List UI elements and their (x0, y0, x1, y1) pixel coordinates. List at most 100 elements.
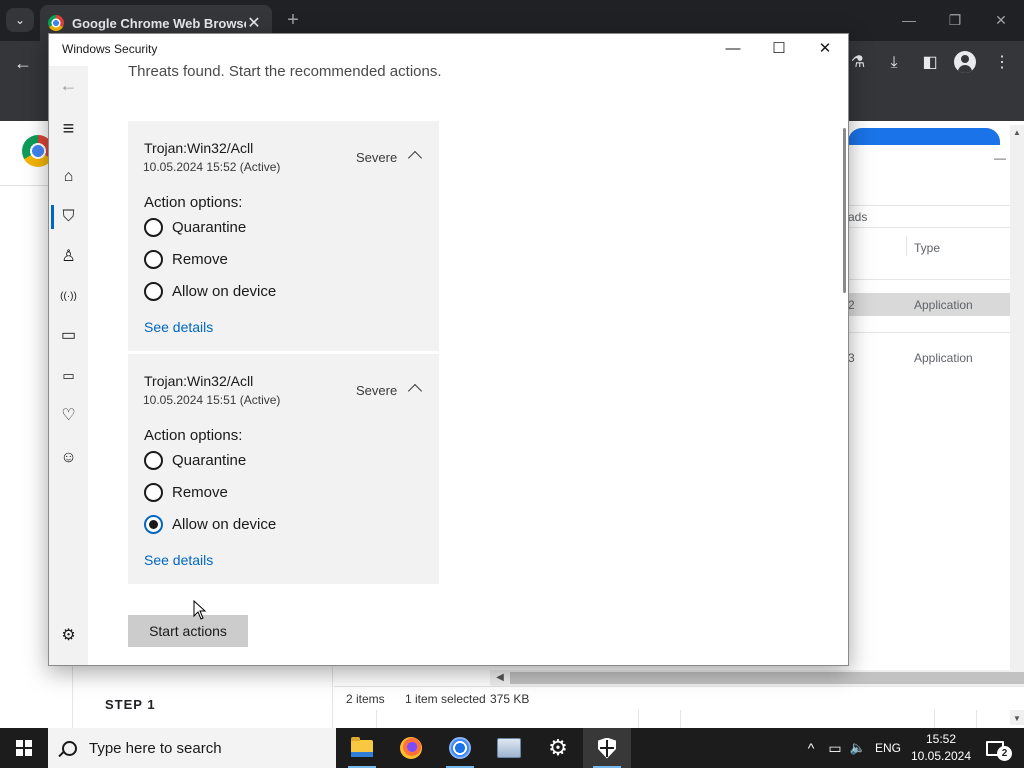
taskbar-clock[interactable]: 15:52 10.05.2024 (908, 731, 974, 765)
start-actions-button[interactable]: Start actions (128, 615, 248, 647)
scroll-up-icon[interactable]: ▲ (1010, 126, 1024, 140)
chrome-favicon-icon (48, 15, 64, 31)
radio-quarantine[interactable]: Quarantine (144, 448, 246, 472)
row-index: 2 (848, 298, 855, 312)
collapse-chevron-icon[interactable] (408, 382, 422, 396)
tab-search-dropdown[interactable]: ⌄ (6, 8, 34, 32)
threat-date: 10.05.2024 15:52 (Active) (143, 160, 281, 174)
taskbar-chrome[interactable] (436, 728, 484, 768)
taskbar-file-explorer[interactable] (338, 728, 386, 768)
download-icon[interactable]: ⤓ (882, 52, 906, 74)
radio-label: Remove (172, 250, 228, 268)
scroll-down-icon[interactable]: ▼ (1010, 712, 1024, 726)
ws-maximize-button[interactable]: ☐ (756, 38, 802, 60)
radio-button[interactable] (144, 217, 163, 237)
step-label: STEP 1 (105, 697, 156, 712)
ws-scrollbar[interactable] (843, 128, 846, 293)
column-header-partial[interactable]: ads (848, 210, 867, 224)
pane-divider (72, 665, 73, 728)
radio-button[interactable] (144, 281, 163, 301)
language-indicator[interactable]: ENG (872, 728, 904, 768)
start-button[interactable] (0, 728, 48, 768)
status-item-count: 2 items (346, 692, 385, 706)
collapse-chevron-icon[interactable] (408, 149, 422, 163)
windows-logo-icon (16, 740, 32, 756)
file-explorer-panel (848, 145, 1024, 665)
chrome-back-button[interactable]: ← (10, 51, 36, 75)
tray-chevron-icon[interactable]: ^ (800, 728, 822, 768)
ws-minimize-button[interactable]: — (710, 38, 756, 60)
radio-remove[interactable]: Remove (144, 247, 228, 271)
divider (848, 227, 1024, 228)
type-column-header[interactable]: Type (914, 241, 940, 255)
remote-desktop-icon (497, 738, 521, 758)
divider (934, 710, 935, 728)
radio-label: Allow on device (172, 515, 277, 533)
row-type: Application (914, 298, 973, 312)
radio-quarantine[interactable]: Quarantine (144, 215, 246, 239)
header-divider (0, 185, 48, 186)
chrome-menu-icon[interactable]: ⋮ (990, 52, 1014, 74)
taskbar-search-box[interactable]: Type here to search (48, 728, 336, 768)
divider (848, 279, 1024, 280)
taskbar-windows-security[interactable] (583, 728, 631, 768)
device-health-icon[interactable]: ♡ (49, 402, 88, 430)
family-options-icon[interactable]: ☺ (49, 444, 88, 472)
hamburger-menu-icon[interactable]: ≡ (49, 115, 88, 143)
notification-center-button[interactable]: 2 (980, 728, 1012, 768)
volume-muted-icon[interactable]: 🔈 (847, 728, 869, 768)
taskbar-firefox[interactable] (387, 728, 435, 768)
vertical-scrollbar[interactable] (1010, 125, 1024, 725)
app-browser-control-icon[interactable]: ▭ (49, 322, 88, 350)
chrome-minimize-button[interactable]: — (896, 9, 922, 31)
network-icon[interactable]: ▭ (824, 728, 846, 768)
firewall-network-icon[interactable]: ((·)) (49, 283, 88, 311)
radio-button[interactable] (144, 249, 163, 269)
chrome-close-button[interactable]: ✕ (988, 9, 1014, 31)
sidepanel-icon[interactable]: ◧ (918, 52, 942, 74)
clock-date: 10.05.2024 (910, 749, 972, 763)
clock-time: 15:52 (925, 732, 957, 746)
radio-label: Allow on device (172, 282, 277, 300)
taskbar-remote-desktop[interactable] (485, 728, 533, 768)
threat-card: Trojan:Win32/Acll 10.05.2024 15:52 (Acti… (128, 121, 439, 351)
explorer-minimize-icon[interactable]: — (994, 152, 1006, 164)
divider (848, 205, 1024, 206)
settings-gear-icon[interactable]: ⚙ (49, 622, 88, 650)
device-security-icon[interactable]: ▭ (49, 362, 88, 390)
radio-remove[interactable]: Remove (144, 480, 228, 504)
flask-icon[interactable]: ⚗ (846, 52, 870, 74)
radio-allow-on-device[interactable]: Allow on device (144, 512, 276, 536)
see-details-link[interactable]: See details (144, 319, 213, 335)
back-arrow-icon[interactable]: ← (49, 71, 88, 99)
scroll-left-icon[interactable]: ◀ (492, 670, 508, 686)
firefox-icon (400, 737, 422, 759)
file-explorer-icon (351, 736, 373, 757)
radio-button-selected[interactable] (144, 514, 163, 534)
home-icon[interactable]: ⌂ (49, 163, 88, 191)
profile-icon[interactable] (954, 51, 976, 73)
radio-label: Quarantine (172, 218, 247, 236)
tab-close-icon[interactable]: ✕ (246, 13, 262, 33)
chrome-restore-button[interactable]: ❐ (942, 9, 968, 31)
taskbar-settings[interactable]: ⚙ (534, 728, 582, 768)
radio-allow-on-device[interactable]: Allow on device (144, 279, 276, 303)
radio-button[interactable] (144, 482, 163, 502)
new-tab-button[interactable]: + (283, 8, 303, 32)
horizontal-scroll-thumb[interactable] (510, 672, 1024, 684)
threat-date: 10.05.2024 15:51 (Active) (143, 393, 281, 407)
threat-severity: Severe (356, 383, 398, 398)
virus-protection-shield-icon[interactable]: ⛉ (49, 203, 88, 231)
window-title: Windows Security (62, 42, 158, 56)
threat-card: Trojan:Win32/Acll 10.05.2024 15:51 (Acti… (128, 354, 439, 584)
threat-severity: Severe (356, 150, 398, 165)
notification-count-badge: 2 (997, 745, 1012, 761)
threat-name: Trojan:Win32/Acll (144, 373, 254, 389)
ws-close-button[interactable]: ✕ (802, 38, 848, 60)
settings-icon: ⚙ (548, 735, 568, 760)
row-type[interactable]: Application (914, 351, 973, 365)
account-protection-icon[interactable]: ♙ (49, 243, 88, 271)
mouse-pointer-icon (193, 600, 207, 620)
see-details-link[interactable]: See details (144, 552, 213, 568)
radio-button[interactable] (144, 450, 163, 470)
